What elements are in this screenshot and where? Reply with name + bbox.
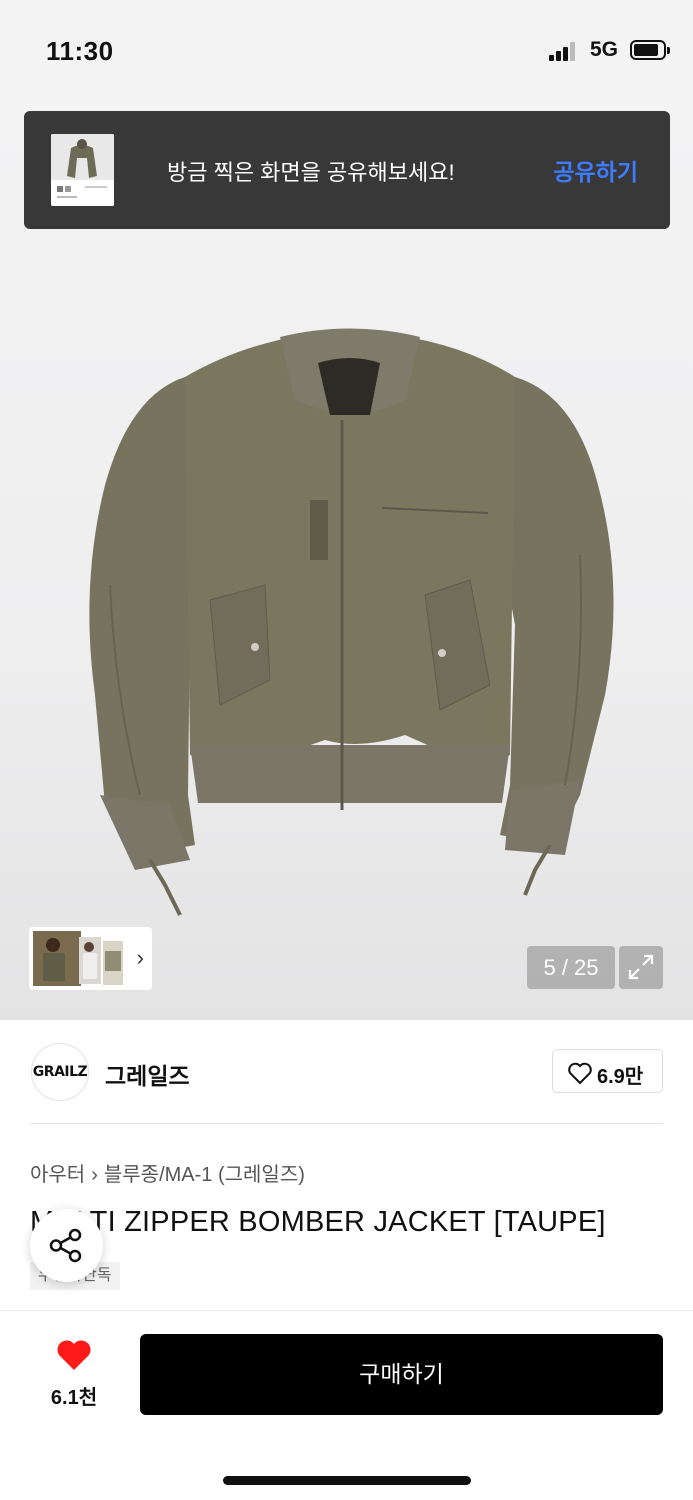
product-title: MULTI ZIPPER BOMBER JACKET [TAUPE] (30, 1206, 606, 1238)
chevron-right-icon: › (91, 1164, 98, 1186)
signal-icon (549, 41, 579, 61)
buy-button[interactable]: 구매하기 (140, 1334, 663, 1415)
network-type: 5G (590, 38, 619, 61)
share-icon (49, 1228, 82, 1263)
home-indicator (223, 1476, 471, 1485)
divider (30, 1123, 663, 1124)
gallery-thumbnail-strip[interactable]: › (29, 927, 152, 990)
share-now-button[interactable]: 공유하기 (553, 153, 638, 187)
gallery-counter: 5 / 25 (527, 946, 615, 989)
favorite-count: 6.1천 (50, 1387, 98, 1409)
heart-outline-icon (568, 1062, 592, 1085)
breadcrumb: 아우터 › 블루종/MA-1 (그레일즈) (30, 1158, 305, 1187)
expand-icon[interactable] (619, 946, 663, 989)
breadcrumb-subcategory[interactable]: 블루종/MA-1 (그레일즈) (104, 1164, 305, 1186)
product-page: 11:30 5G 방금 찍은 화면을 공유해보세요! 공유하기 › 5 / 25… (0, 0, 693, 1500)
brand-logo[interactable]: GRAILZ (31, 1043, 89, 1101)
screenshot-thumbnail[interactable] (51, 134, 114, 206)
toast-message: 방금 찍은 화면을 공유해보세요! (167, 160, 455, 185)
battery-icon (630, 40, 670, 60)
brand-like-count: 6.9만 (597, 1066, 644, 1088)
brand-name[interactable]: 그레일즈 (105, 1057, 190, 1091)
chevron-right-icon: › (136, 945, 144, 970)
heart-filled-icon[interactable] (55, 1338, 93, 1372)
share-button[interactable] (30, 1209, 103, 1282)
breadcrumb-category[interactable]: 아우터 (30, 1164, 85, 1186)
status-bar: 11:30 5G (0, 0, 693, 100)
jacket-image (89, 328, 614, 916)
brand-like-button[interactable]: 6.9만 (552, 1049, 663, 1093)
status-time: 11:30 (46, 36, 114, 66)
share-toast: 방금 찍은 화면을 공유해보세요! 공유하기 (24, 111, 670, 229)
